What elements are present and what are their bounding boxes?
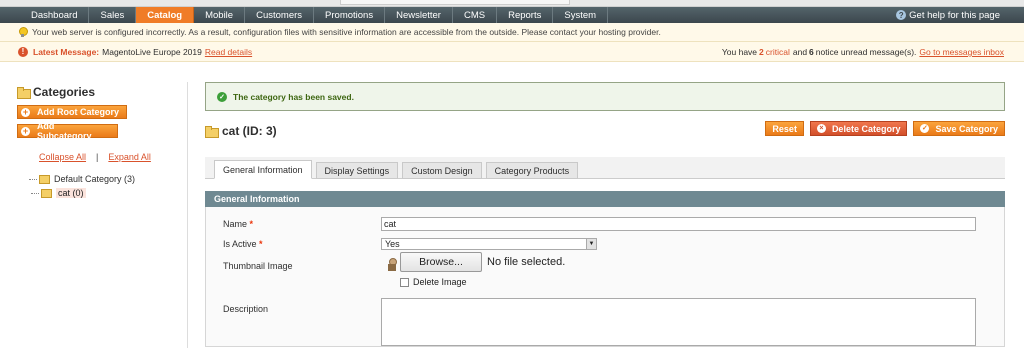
- help-link-label: Get help for this page: [909, 9, 1000, 21]
- main-navigation: Dashboard Sales Catalog Mobile Customers…: [0, 7, 1024, 23]
- name-input[interactable]: cat: [381, 217, 976, 231]
- description-textarea[interactable]: [381, 298, 976, 346]
- save-category-label: Save Category: [935, 123, 998, 134]
- page-title: cat (ID: 3): [205, 124, 277, 138]
- reset-button[interactable]: Reset: [765, 121, 804, 136]
- tree-controls: Collapse All | Expand All: [17, 152, 167, 162]
- tree-connector: [31, 192, 39, 194]
- tree-links-separator: |: [96, 152, 99, 162]
- categories-sidebar: Categories + Add Root Category + Add Sub…: [17, 84, 167, 200]
- nav-sales[interactable]: Sales: [89, 7, 137, 23]
- page-title-text: cat (ID: 3): [222, 124, 277, 138]
- nav-reports[interactable]: Reports: [497, 7, 554, 23]
- delete-category-button[interactable]: × Delete Category: [809, 121, 908, 136]
- add-subcategory-label: Add Subcategory: [36, 121, 92, 141]
- folder-icon: [39, 174, 50, 184]
- add-subcategory-button[interactable]: + Add Subcategory: [17, 121, 118, 141]
- tab-general-information[interactable]: General Information: [214, 160, 312, 179]
- main-content: ✓ The category has been saved. cat (ID: …: [205, 82, 1005, 347]
- notice-count: 6: [809, 47, 814, 57]
- tab-display-settings[interactable]: Display Settings: [315, 162, 399, 179]
- read-details-link[interactable]: Read details: [205, 47, 252, 57]
- delete-image-label: Delete Image: [413, 277, 467, 287]
- nav-catalog[interactable]: Catalog: [136, 7, 195, 23]
- is-active-select[interactable]: Yes ▼: [381, 238, 597, 250]
- thumbnail-label: Thumbnail Image: [223, 261, 293, 271]
- critical-count: 2: [759, 47, 764, 57]
- name-label: Name *: [223, 219, 253, 229]
- description-label: Description: [223, 304, 269, 314]
- save-check-icon: ✓: [920, 124, 930, 133]
- browser-chrome: [0, 0, 1024, 7]
- config-warning-text: Your web server is configured incorrectl…: [32, 27, 661, 37]
- latest-message-text: MagentoLive Europe 2019: [102, 46, 202, 57]
- messages-inbox-link[interactable]: Go to messages inbox: [919, 47, 1004, 57]
- config-warning-bar: Your web server is configured incorrectl…: [0, 23, 1024, 42]
- folder-icon: [17, 87, 31, 99]
- address-bar[interactable]: [340, 0, 570, 5]
- expand-all-link[interactable]: Expand All: [108, 152, 151, 162]
- name-label-text: Name: [223, 219, 248, 229]
- general-information-fieldset: Name * cat Is Active * Yes ▼ Thumbnail I…: [205, 207, 1005, 347]
- content-header: cat (ID: 3) Reset × Delete Category ✓ Sa…: [205, 119, 1005, 143]
- tree-connector: [29, 178, 37, 180]
- no-file-text: No file selected.: [487, 256, 566, 268]
- sidebar-title-text: Categories: [33, 85, 96, 99]
- tree-node-cat[interactable]: cat (0): [29, 186, 167, 200]
- category-tree: Default Category (3) cat (0): [17, 172, 167, 200]
- plus-icon: +: [21, 106, 30, 117]
- nav-newsletter[interactable]: Newsletter: [385, 7, 453, 23]
- image-placeholder-icon: [388, 258, 397, 271]
- add-root-category-label: Add Root Category: [37, 107, 119, 117]
- sidebar-title: Categories: [17, 84, 167, 100]
- tab-custom-design[interactable]: Custom Design: [402, 162, 482, 179]
- delete-category-label: Delete Category: [831, 123, 901, 134]
- sidebar-divider: [187, 82, 188, 348]
- chevron-down-icon: ▼: [586, 239, 596, 249]
- is-active-label: Is Active *: [223, 239, 263, 249]
- folder-icon: [205, 126, 219, 138]
- tree-node-label: Default Category (3): [54, 174, 136, 184]
- summary-suffix: notice unread message(s).: [815, 47, 917, 57]
- latest-message-label: Latest Message:: [33, 46, 100, 57]
- critical-word: critical: [765, 47, 790, 57]
- tab-category-products[interactable]: Category Products: [485, 162, 579, 179]
- required-mark: *: [259, 239, 263, 249]
- nav-system[interactable]: System: [553, 7, 609, 23]
- and-word: and: [792, 47, 808, 57]
- delete-icon: ×: [816, 124, 826, 133]
- latest-message-bar: ! Latest Message: MagentoLive Europe 201…: [0, 42, 1024, 62]
- success-message-text: The category has been saved.: [233, 91, 354, 102]
- nav-dashboard[interactable]: Dashboard: [20, 7, 90, 23]
- is-active-value: Yes: [385, 239, 400, 249]
- folder-icon: [41, 188, 52, 198]
- message-summary: You have 2 critical and 6 notice unread …: [722, 42, 1004, 62]
- help-link[interactable]: ? Get help for this page: [896, 7, 1000, 23]
- help-icon: ?: [896, 10, 907, 20]
- required-mark: *: [249, 219, 254, 229]
- critical-alert-icon: !: [18, 46, 28, 57]
- lightbulb-icon: [18, 27, 28, 37]
- save-category-button[interactable]: ✓ Save Category: [913, 121, 1005, 136]
- nav-mobile[interactable]: Mobile: [194, 7, 246, 23]
- fieldset-header: General Information: [205, 191, 1005, 207]
- delete-image-checkbox[interactable]: [400, 278, 409, 287]
- tree-node-label: cat (0): [56, 188, 86, 198]
- tree-node-default-category[interactable]: Default Category (3): [29, 172, 167, 186]
- browse-button[interactable]: Browse...: [400, 252, 482, 272]
- plus-icon: +: [21, 125, 30, 136]
- form-actions: Reset × Delete Category ✓ Save Category: [765, 121, 1005, 136]
- success-message: ✓ The category has been saved.: [205, 82, 1005, 111]
- success-check-icon: ✓: [217, 91, 227, 102]
- add-root-category-button[interactable]: + Add Root Category: [17, 105, 127, 119]
- collapse-all-link[interactable]: Collapse All: [39, 152, 86, 162]
- is-active-label-text: Is Active: [223, 239, 257, 249]
- nav-customers[interactable]: Customers: [245, 7, 315, 23]
- summary-prefix: You have: [721, 47, 758, 57]
- category-tabs: General Information Display Settings Cus…: [205, 157, 1005, 179]
- nav-cms[interactable]: CMS: [453, 7, 498, 23]
- nav-promotions[interactable]: Promotions: [314, 7, 386, 23]
